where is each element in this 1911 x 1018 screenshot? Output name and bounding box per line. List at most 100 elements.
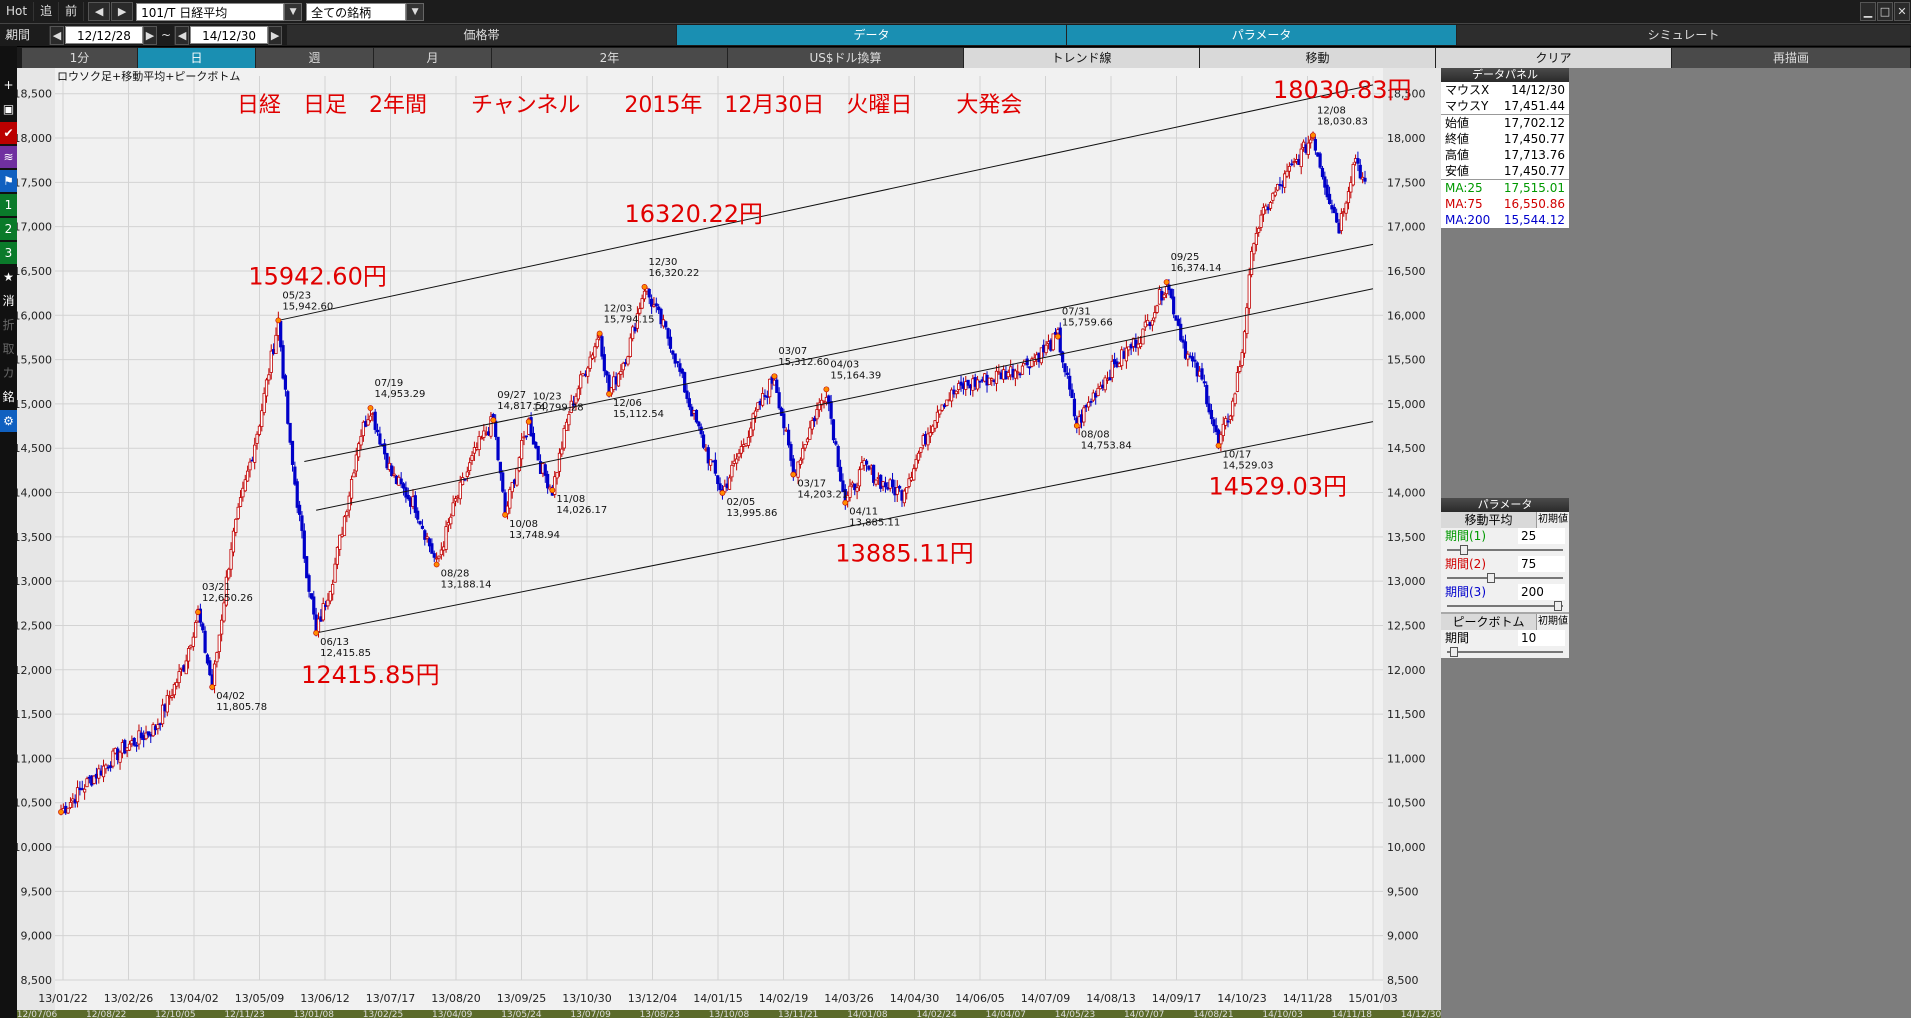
peak-marker [771,373,778,380]
next-arrow-icon[interactable]: ▶ [111,2,134,21]
pb-reset-button[interactable]: 初期値 [1536,614,1569,630]
preset-1-icon[interactable]: 1 [0,194,17,216]
preset-2-icon[interactable]: 2 [0,218,17,240]
candle-body [444,526,448,550]
candle-body [697,421,701,427]
param-slider-knob[interactable] [1553,601,1562,611]
flag-icon[interactable]: ⚑ [0,170,17,192]
candle-icon[interactable]: ✔ [0,122,17,144]
tf-weekly[interactable]: 週 [256,47,374,68]
filter-dropdown-icon[interactable]: ▼ [406,2,425,21]
param-input[interactable]: 75 [1518,556,1565,572]
x-tick-label: 13/01/22 [38,992,87,1005]
tf-daily[interactable]: 日 [138,47,256,68]
to-prev-icon[interactable]: ◀ [175,25,190,45]
candle-body [333,563,337,583]
y-tick-label: 14,500 [17,442,52,455]
candle-body [848,485,852,498]
ma-row: MA:200 15,544.12 [1441,212,1569,228]
candle-body [520,440,524,460]
clear-button[interactable]: クリア [1436,47,1672,68]
pb-slider[interactable] [1441,646,1569,658]
y-tick-label-right: 11,500 [1387,708,1426,721]
param-slider-knob[interactable] [1486,573,1495,583]
param-label: 期間(3) [1445,585,1486,599]
pb-slider-knob[interactable] [1450,647,1459,657]
peak-marker [549,487,556,494]
fold-icon[interactable]: 折 [0,314,17,336]
peak-marker [525,418,532,425]
tf-2year[interactable]: 2年 [492,47,728,68]
candle-body [1089,401,1093,403]
camera-icon[interactable]: ▣ [0,98,17,120]
chart-svg[interactable]: 8,500 8,500 9,000 9,000 9,500 9,500 10,000 10,0… [17,68,1441,1018]
tf-1min[interactable]: 1分 [22,47,138,68]
candle-body [127,743,132,751]
star-icon[interactable]: ★ [0,266,17,288]
param-item: 期間(2) 75 [1441,556,1569,584]
price-chart[interactable]: 8,500 8,500 9,000 9,000 9,500 9,500 10,000 10,0… [17,68,1441,1018]
from-next-icon[interactable]: ▶ [143,25,157,45]
candle-body [1351,164,1355,186]
ma-reset-button[interactable]: 初期値 [1536,512,1569,528]
fetch-icon[interactable]: 取 [0,338,17,360]
maximize-icon[interactable]: □ [1877,2,1893,21]
filter-select[interactable]: 全ての銘柄 [306,2,407,21]
param-slider-knob[interactable] [1459,545,1468,555]
to-next-icon[interactable]: ▶ [268,25,283,45]
param-input[interactable]: 25 [1518,528,1565,544]
menu-parameters[interactable]: パラメータ [1067,25,1458,45]
close-icon[interactable]: ✕ [1894,2,1910,21]
param-slider[interactable] [1441,544,1569,556]
candle-body [798,459,803,465]
symbol-input[interactable]: 101/T 日経平均 [136,2,285,21]
param-slider[interactable] [1441,572,1569,584]
crosshair-icon[interactable]: + [0,74,17,96]
menu-data[interactable]: データ [677,25,1068,45]
trendline-button[interactable]: トレンド線 [964,47,1200,68]
candle-body [352,472,356,478]
x-tick-label: 14/09/17 [1152,992,1201,1005]
candle-body [156,724,160,730]
pb-period-input[interactable]: 10 [1518,630,1565,646]
x-tick-label-secondary: 13/04/09 [432,1010,473,1018]
to-date-input[interactable]: 14/12/30 [190,26,269,44]
candle-body [238,497,243,507]
erase-icon[interactable]: 消 [0,290,17,312]
candle-body [66,807,70,814]
from-date-input[interactable]: 12/12/28 [65,26,143,44]
candle-body [1027,366,1032,369]
usd-convert-button[interactable]: US$ドル換算 [728,47,964,68]
y-tick-label-right: 15,000 [1387,398,1426,411]
candle-body [619,370,623,375]
hot-button[interactable]: Hot [0,2,35,21]
candle-body [600,336,604,357]
tf-monthly[interactable]: 月 [374,47,492,68]
candle-body [737,452,741,458]
from-prev-icon[interactable]: ◀ [50,25,64,45]
symbol-dropdown-icon[interactable]: ▼ [284,2,303,21]
x-tick-label-secondary: 14/01/08 [847,1010,888,1018]
move-button[interactable]: 移動 [1200,47,1436,68]
symbol-icon[interactable]: 銘 [0,386,17,408]
preset-3-icon[interactable]: 3 [0,242,17,264]
menu-simulate[interactable]: シミュレート [1457,25,1911,45]
param-input[interactable]: 200 [1518,584,1565,600]
prev-arrow-icon[interactable]: ◀ [88,2,111,21]
candle-body [1235,372,1240,392]
candle-body [283,375,288,390]
candle-body [1212,419,1216,427]
prev-list-button[interactable]: 前 [59,2,85,21]
search-icon[interactable]: ⌕ [0,24,17,46]
chart-title: 日経 日足 2年間 チャンネル 2015年 12月30日 火曜日 大発会 [237,93,1022,118]
peak-value-label: 15,112.54 [613,409,664,420]
add-button[interactable]: 追 [34,2,60,21]
param-slider[interactable] [1441,600,1569,612]
minimize-icon[interactable]: ▁ [1860,2,1876,21]
menu-price-band[interactable]: 価格帯 [287,25,678,45]
wave-icon[interactable]: ≋ [0,146,17,168]
ka-icon[interactable]: カ [0,362,17,384]
redraw-button[interactable]: 再描画 [1672,47,1911,68]
candle-body [1247,274,1251,309]
gear-icon[interactable]: ⚙ [0,410,17,432]
